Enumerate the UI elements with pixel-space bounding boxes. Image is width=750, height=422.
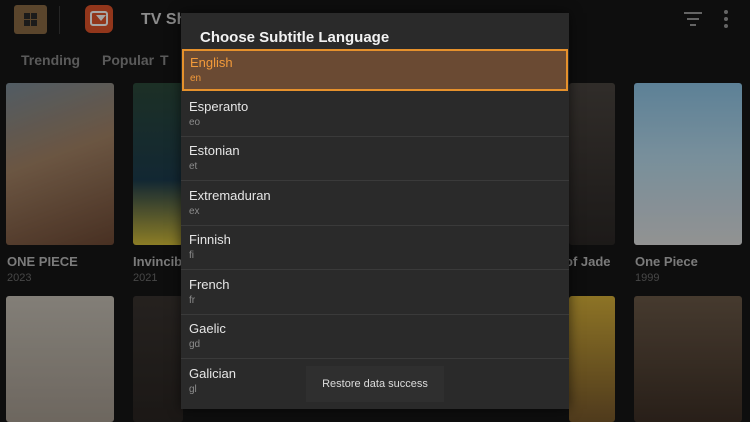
- language-code: gd: [189, 339, 201, 350]
- language-item-finnish[interactable]: Finnish fi: [181, 226, 569, 270]
- language-name: Esperanto: [189, 99, 249, 114]
- subtitle-language-dialog: Choose Subtitle Language English en Espe…: [181, 13, 569, 409]
- language-name: French: [189, 277, 230, 292]
- language-code: gl: [189, 384, 197, 395]
- toast-message: Restore data success: [306, 366, 444, 402]
- language-item-estonian[interactable]: Estonian et: [181, 137, 569, 181]
- language-code: fi: [189, 250, 194, 261]
- language-name: Extremaduran: [189, 188, 271, 203]
- language-item-esperanto[interactable]: Esperanto eo: [181, 93, 569, 137]
- language-item-extremaduran[interactable]: Extremaduran ex: [181, 182, 569, 226]
- language-name: English: [190, 55, 233, 70]
- language-item-english[interactable]: English en: [182, 49, 568, 91]
- language-code: fr: [189, 295, 196, 306]
- dialog-title: Choose Subtitle Language: [200, 29, 390, 46]
- language-item-french[interactable]: French fr: [181, 271, 569, 315]
- language-name: Finnish: [189, 232, 231, 247]
- language-code: eo: [189, 117, 201, 128]
- language-name: Gaelic: [189, 321, 226, 336]
- language-code: et: [189, 161, 198, 172]
- language-name: Estonian: [189, 143, 240, 158]
- language-code: ex: [189, 206, 200, 217]
- language-code: en: [190, 73, 202, 84]
- language-name: Galician: [189, 366, 236, 381]
- language-item-gaelic[interactable]: Gaelic gd: [181, 315, 569, 359]
